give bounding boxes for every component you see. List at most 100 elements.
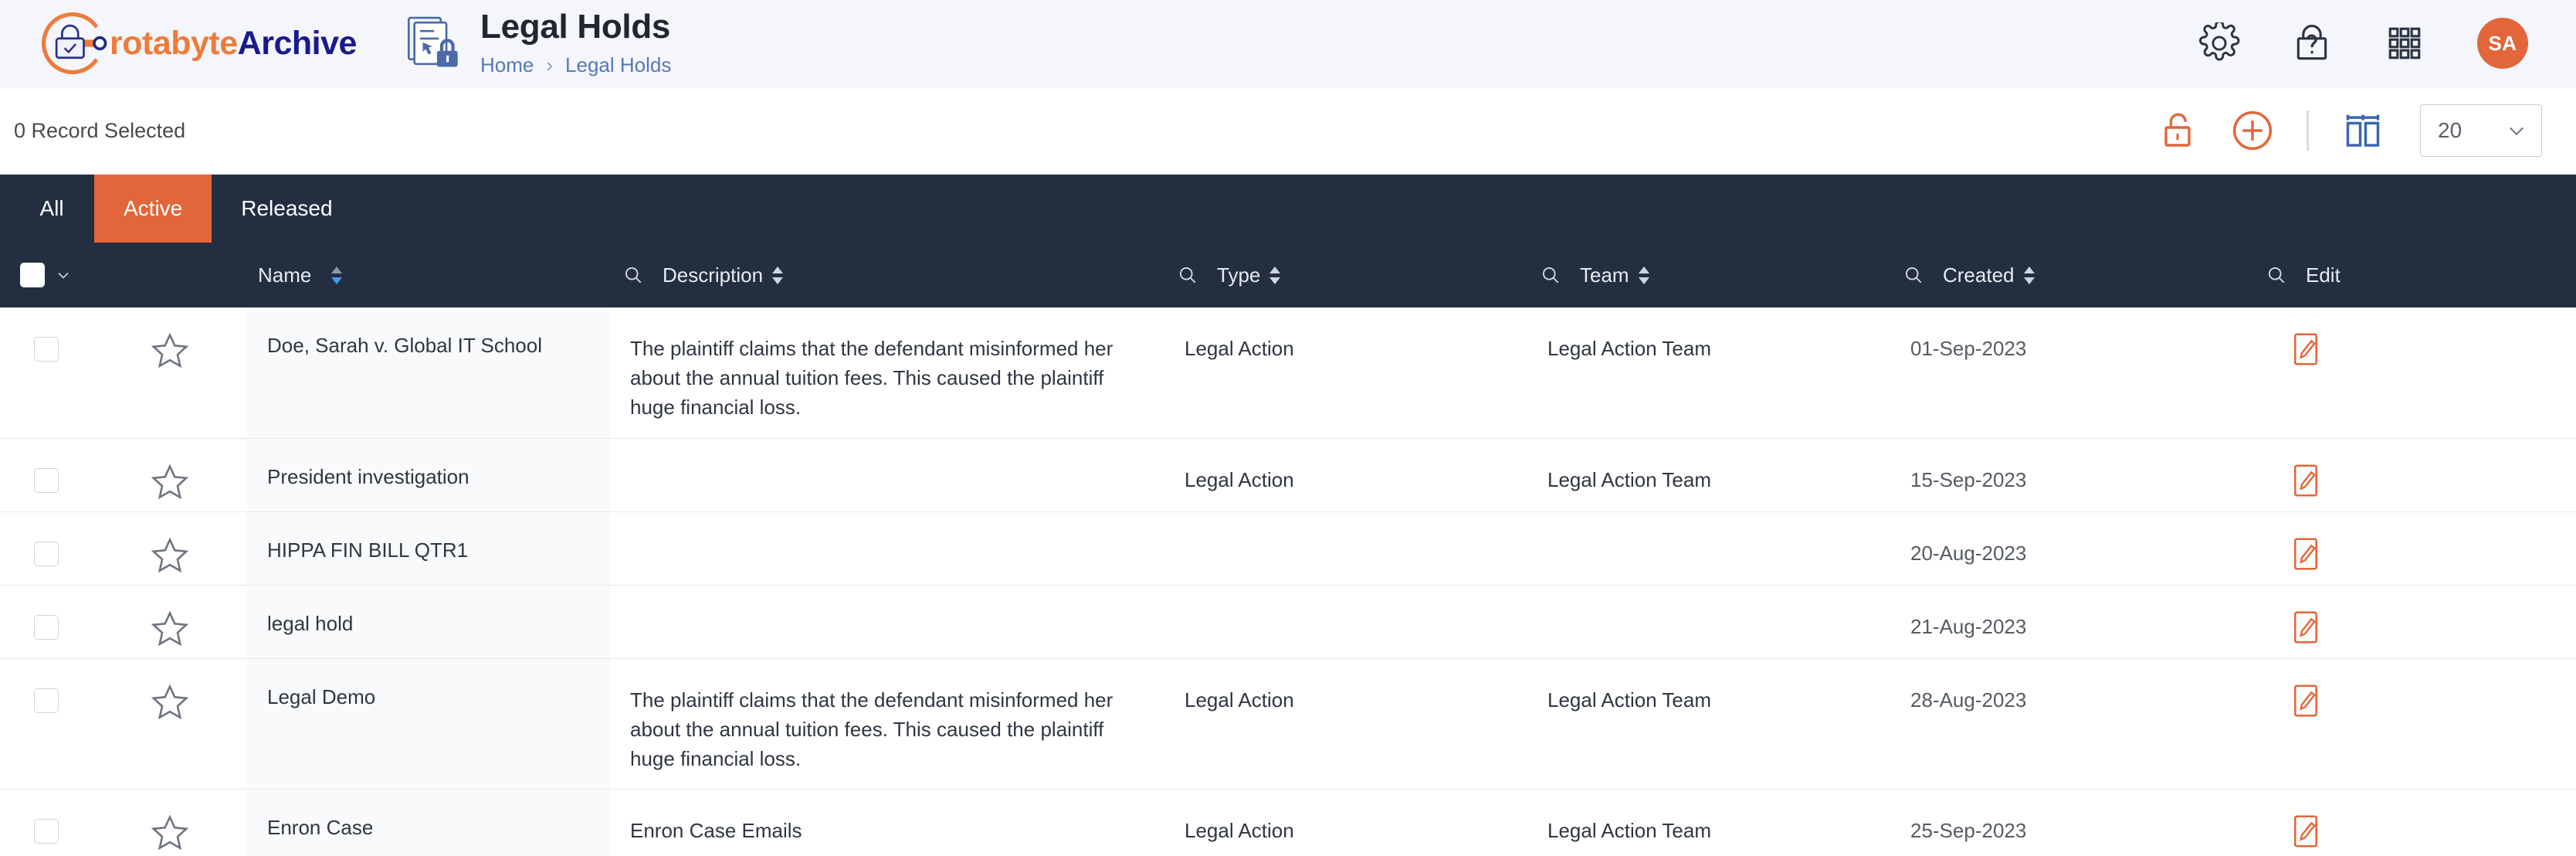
edit-pencil-icon[interactable] <box>2289 537 2323 571</box>
table-row[interactable]: Doe, Sarah v. Global IT School The plain… <box>0 307 2576 439</box>
tab-active[interactable]: Active <box>94 175 212 243</box>
column-header-name-label: Name <box>258 263 312 287</box>
row-checkbox[interactable] <box>34 467 59 493</box>
table-header-row: Name Description Type Team Created Edit <box>0 243 2576 307</box>
row-created-cell: 21-Aug-2023 <box>1890 586 2253 658</box>
column-header-description[interactable]: Description <box>610 263 1164 287</box>
edit-pencil-icon[interactable] <box>2289 684 2323 718</box>
record-selected-count: 0 Record Selected <box>14 118 186 142</box>
row-type-cell <box>1164 586 1527 658</box>
row-created-text: 01-Sep-2023 <box>1910 337 2027 360</box>
table-row[interactable]: legal hold 21-Aug-2023 <box>0 585 2576 659</box>
brand-wordmark: rotabyteArchive <box>110 25 357 63</box>
breadcrumb-current[interactable]: Legal Holds <box>565 53 671 77</box>
grotabyte-logo-icon <box>41 12 107 75</box>
breadcrumb-home-link[interactable]: Home <box>480 53 534 77</box>
row-type-cell: Legal Action <box>1164 307 1527 438</box>
sort-toggle-type[interactable] <box>1268 266 1282 285</box>
gear-icon <box>2199 22 2240 61</box>
sort-toggle-description[interactable] <box>771 266 785 285</box>
page-title: Legal Holds <box>480 8 671 46</box>
toolbar-divider <box>2307 110 2309 151</box>
header-actions: SA <box>2173 16 2576 70</box>
row-name-cell: HIPPA FIN BILL QTR1 <box>247 511 610 585</box>
row-edit-cell <box>2253 659 2576 790</box>
column-settings-button[interactable] <box>2326 103 2400 158</box>
star-icon[interactable] <box>150 609 190 649</box>
help-button[interactable] <box>2266 16 2358 70</box>
search-description-icon[interactable] <box>610 264 644 286</box>
row-name-cell: President investigation <box>247 438 610 511</box>
row-checkbox[interactable] <box>34 819 59 844</box>
row-checkbox[interactable] <box>34 688 59 713</box>
star-icon[interactable] <box>150 535 190 576</box>
sort-toggle-team[interactable] <box>1637 266 1651 285</box>
row-created-cell: 25-Sep-2023 <box>1890 790 2253 856</box>
column-header-created[interactable]: Created <box>1890 263 2253 287</box>
sort-descending-icon <box>772 277 784 284</box>
edit-pencil-icon[interactable] <box>2289 814 2323 848</box>
row-favorite-cell <box>93 307 247 438</box>
row-type-text: Legal Action <box>1185 337 1294 360</box>
tab-released[interactable]: Released <box>212 175 361 243</box>
search-icon <box>2268 267 2285 284</box>
column-header-team[interactable]: Team <box>1527 263 1890 287</box>
star-icon[interactable] <box>150 331 190 371</box>
star-icon[interactable] <box>150 462 190 502</box>
column-header-created-label: Created <box>1943 263 2015 287</box>
table-row[interactable]: Enron Case Enron Case Emails Legal Actio… <box>0 790 2576 856</box>
tab-all[interactable]: All <box>9 175 94 243</box>
row-select-cell <box>0 512 93 585</box>
row-team-cell: Legal Action Team <box>1527 790 1890 856</box>
page-size-select[interactable]: 20 <box>2420 104 2542 157</box>
breadcrumb-separator-icon: › <box>546 53 554 76</box>
release-hold-button[interactable] <box>2141 103 2215 158</box>
row-team-cell: Legal Action Team <box>1527 659 1890 790</box>
edit-pencil-icon[interactable] <box>2289 332 2323 366</box>
chevron-down-icon[interactable] <box>54 266 73 284</box>
select-all-checkbox[interactable] <box>20 263 45 287</box>
column-header-name[interactable]: Name <box>247 263 610 287</box>
sort-toggle-name[interactable] <box>330 266 344 285</box>
row-type-cell: Legal Action <box>1164 790 1527 856</box>
row-description-text: The plaintiff claims that the defendant … <box>630 688 1113 771</box>
search-created-icon[interactable] <box>1890 264 1924 286</box>
sort-ascending-icon <box>1269 266 1281 273</box>
star-icon[interactable] <box>150 813 190 853</box>
table-row[interactable]: HIPPA FIN BILL QTR1 20-Aug-2023 <box>0 511 2576 586</box>
search-type-icon[interactable] <box>1164 264 1198 286</box>
edit-pencil-icon[interactable] <box>2289 464 2323 498</box>
row-team-text: Legal Action Team <box>1547 819 1711 843</box>
settings-button[interactable] <box>2173 16 2266 70</box>
table-row[interactable]: President investigation Legal Action Leg… <box>0 438 2576 512</box>
row-favorite-cell <box>93 439 247 511</box>
row-name-cell: Legal Demo <box>247 658 610 790</box>
user-avatar[interactable]: SA <box>2477 18 2528 69</box>
add-legal-hold-button[interactable] <box>2215 103 2290 158</box>
search-edit-icon[interactable] <box>2253 264 2287 286</box>
row-checkbox[interactable] <box>34 614 59 640</box>
search-icon <box>1542 267 1559 284</box>
row-description-cell: The plaintiff claims that the defendant … <box>610 659 1164 790</box>
search-team-icon[interactable] <box>1527 264 1561 286</box>
row-created-text: 28-Aug-2023 <box>1910 688 2027 712</box>
row-description-cell <box>610 586 1164 658</box>
brand-logo[interactable]: rotabyteArchive <box>0 3 386 83</box>
unlock-icon <box>2164 113 2191 147</box>
row-checkbox[interactable] <box>34 337 59 362</box>
toolbar-actions: 20 <box>2141 103 2542 158</box>
row-checkbox[interactable] <box>34 541 59 566</box>
sort-toggle-created[interactable] <box>2022 266 2036 285</box>
column-width-icon <box>2346 114 2380 147</box>
column-header-type[interactable]: Type <box>1164 263 1527 287</box>
row-team-cell: Legal Action Team <box>1527 439 1890 511</box>
row-description-cell <box>610 512 1164 585</box>
grid-apps-icon <box>2388 27 2421 59</box>
row-edit-cell <box>2253 439 2576 511</box>
edit-pencil-icon[interactable] <box>2289 610 2323 644</box>
row-select-cell <box>0 439 93 511</box>
star-icon[interactable] <box>150 682 190 722</box>
row-name-text: HIPPA FIN BILL QTR1 <box>267 538 469 562</box>
apps-grid-button[interactable] <box>2358 16 2451 70</box>
table-row[interactable]: Legal Demo The plaintiff claims that the… <box>0 658 2576 790</box>
